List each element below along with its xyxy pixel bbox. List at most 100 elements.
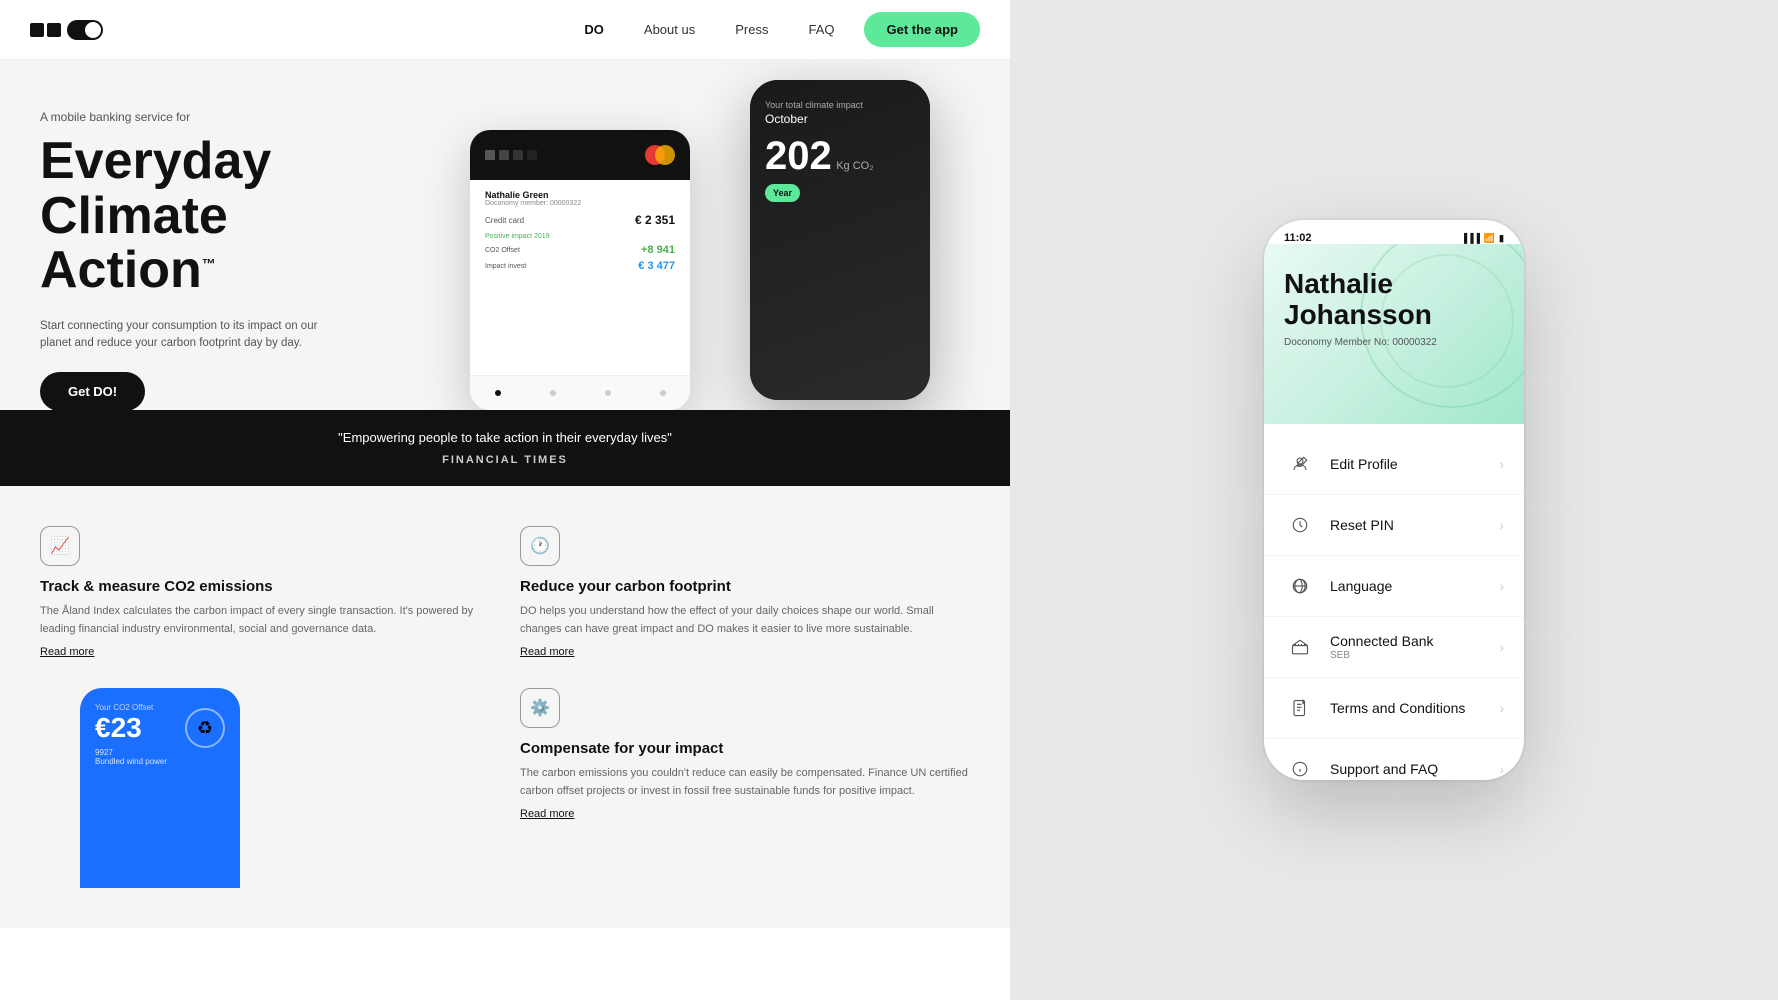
- website-section: DO About us Press FAQ Get the app A mobi…: [0, 0, 1010, 1000]
- menu-list: Edit Profile › Reset PIN ›: [1264, 424, 1524, 780]
- co2-number: 202: [765, 134, 832, 178]
- co2-unit: Kg CO₂: [836, 160, 873, 172]
- menu-item-edit-profile[interactable]: Edit Profile ›: [1264, 434, 1524, 495]
- hero-phones: Nathalie Green Doconomy member: 00000322…: [470, 80, 950, 410]
- quote-bar: "Empowering people to take action in the…: [0, 410, 1010, 486]
- terms-icon: [1284, 692, 1316, 724]
- feature-reduce: 🕐 Reduce your carbon footprint DO helps …: [520, 526, 970, 658]
- co2-offset-value: +8 941: [641, 244, 675, 256]
- card-holder-name: Nathalie Green: [485, 190, 675, 200]
- wifi-icon: 📶: [1484, 233, 1495, 244]
- hero-text: A mobile banking service for EverydayCli…: [40, 100, 340, 410]
- hero-subtitle: A mobile banking service for: [40, 110, 340, 124]
- nav-link-press[interactable]: Press: [735, 22, 768, 37]
- status-bar: 11:02 ▐▐▐ 📶 ▮: [1264, 220, 1524, 244]
- profile-last-name: Johansson: [1284, 299, 1432, 330]
- logo[interactable]: [30, 20, 103, 40]
- menu-item-reset-pin[interactable]: Reset PIN ›: [1264, 495, 1524, 556]
- phone-bottom-mockup: Your CO2 Offset €23 9927Bundled wind pow…: [80, 688, 240, 888]
- reset-pin-label: Reset PIN: [1330, 517, 1499, 533]
- co2-offset-row: CO2 Offset +8 941: [485, 244, 675, 256]
- connected-bank-chevron: ›: [1499, 639, 1504, 655]
- track-read-more[interactable]: Read more: [40, 646, 490, 658]
- connected-bank-sub: SEB: [1330, 650, 1499, 661]
- battery-icon: ▮: [1499, 233, 1504, 244]
- phone-main-screen: Your total climate impact October 202 Kg…: [750, 80, 930, 400]
- menu-item-support[interactable]: Support and FAQ ›: [1264, 739, 1524, 780]
- nav-links: DO About us Press FAQ: [584, 22, 834, 37]
- profile-header: Nathalie Johansson Doconomy Member No: 0…: [1264, 244, 1524, 424]
- co2-display: 202 Kg CO₂: [765, 136, 915, 176]
- language-label: Language: [1330, 578, 1499, 594]
- terms-text: Terms and Conditions: [1330, 700, 1499, 716]
- feature-compensate: ⚙️ Compensate for your impact The carbon…: [520, 688, 970, 888]
- edit-profile-label: Edit Profile: [1330, 456, 1499, 472]
- support-icon: [1284, 753, 1316, 780]
- support-chevron: ›: [1499, 761, 1504, 777]
- menu-item-language[interactable]: Language ›: [1264, 556, 1524, 617]
- compensate-read-more[interactable]: Read more: [520, 808, 970, 820]
- card-member-id: Doconomy member: 00000322: [485, 200, 675, 207]
- profile-member-id: Doconomy Member No: 00000322: [1284, 337, 1504, 348]
- menu-item-connected-bank[interactable]: Connected Bank SEB ›: [1264, 617, 1524, 678]
- reset-pin-icon: [1284, 509, 1316, 541]
- co2-offset-label: CO2 Offset: [485, 247, 520, 254]
- reduce-read-more[interactable]: Read more: [520, 646, 970, 658]
- quote-source: FINANCIAL TIMES: [40, 452, 970, 469]
- hero-description: Start connecting your consumption to its…: [40, 318, 340, 353]
- phone-bottom-tabs: [470, 375, 690, 410]
- features-section: 📈 Track & measure CO2 emissions The Ålan…: [0, 486, 1010, 928]
- co2-offset-sub: 9927Bundled wind power: [95, 748, 225, 766]
- terms-label: Terms and Conditions: [1330, 700, 1499, 716]
- tab-dot-3: [605, 390, 611, 396]
- language-text: Language: [1330, 578, 1499, 594]
- track-desc: The Åland Index calculates the carbon im…: [40, 603, 490, 638]
- get-do-button[interactable]: Get DO!: [40, 372, 145, 410]
- nav-link-about[interactable]: About us: [644, 22, 695, 37]
- support-text: Support and FAQ: [1330, 761, 1499, 777]
- signal-icon: ▐▐▐: [1461, 233, 1480, 243]
- positive-impact-label: Positive impact 2019: [485, 233, 675, 240]
- hero-title: EverydayClimateAction™: [40, 134, 340, 298]
- impact-invest-row: Impact invest € 3 477: [485, 260, 675, 272]
- get-app-button[interactable]: Get the app: [864, 12, 980, 47]
- track-title: Track & measure CO2 emissions: [40, 578, 490, 595]
- reduce-desc: DO helps you understand how the effect o…: [520, 603, 970, 638]
- phone-main: Your total climate impact October 202 Kg…: [750, 80, 930, 400]
- logo-toggle: [67, 20, 103, 40]
- hero-section: A mobile banking service for EverydayCli…: [0, 60, 1010, 410]
- phone-card-header: [470, 130, 690, 180]
- terms-chevron: ›: [1499, 700, 1504, 716]
- phone-green-button: Year: [765, 184, 800, 202]
- tab-dot-1: [495, 390, 501, 396]
- edit-profile-icon: [1284, 448, 1316, 480]
- mastercard-logo: [645, 145, 675, 165]
- nav-link-do[interactable]: DO: [584, 22, 604, 37]
- phone-screen-month: October: [765, 112, 915, 126]
- nav-link-faq[interactable]: FAQ: [808, 22, 834, 37]
- impact-invest-value: € 3 477: [638, 260, 675, 272]
- impact-invest-label: Impact invest: [485, 263, 526, 270]
- tab-dot-2: [550, 390, 556, 396]
- track-icon: 📈: [40, 526, 80, 566]
- support-label: Support and FAQ: [1330, 761, 1499, 777]
- status-icons: ▐▐▐ 📶 ▮: [1461, 233, 1504, 244]
- logo-square-2: [47, 23, 61, 37]
- edit-profile-text: Edit Profile: [1330, 456, 1499, 472]
- logo-toggle-circle: [85, 22, 101, 38]
- logo-squares: [30, 23, 61, 37]
- phone-bottom-container: Your CO2 Offset €23 9927Bundled wind pow…: [40, 688, 490, 888]
- phone-overlay: Nathalie Green Doconomy member: 00000322…: [470, 130, 690, 410]
- logo-square-1: [30, 23, 44, 37]
- language-icon: [1284, 570, 1316, 602]
- reset-pin-chevron: ›: [1499, 517, 1504, 533]
- connected-bank-text: Connected Bank SEB: [1330, 633, 1499, 661]
- eco-icon: ♻: [185, 708, 225, 748]
- tab-dot-4: [660, 390, 666, 396]
- compensate-icon: ⚙️: [520, 688, 560, 728]
- menu-item-terms[interactable]: Terms and Conditions ›: [1264, 678, 1524, 739]
- status-time: 11:02: [1284, 232, 1312, 244]
- profile-name: Nathalie Johansson: [1284, 269, 1504, 331]
- credit-card-amount: € 2 351: [635, 213, 675, 227]
- phone-frame: 11:02 ▐▐▐ 📶 ▮ Nathalie Johansson Doconom…: [1264, 220, 1524, 780]
